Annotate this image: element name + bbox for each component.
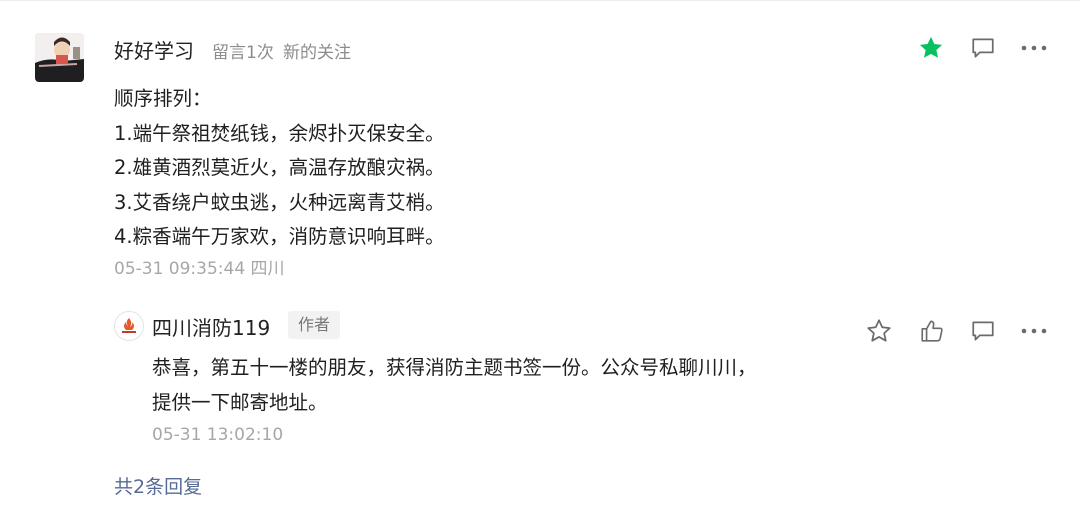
reply-line: 恭喜，第五十一楼的朋友，获得消防主题书签一份。公众号私聊川川，	[152, 356, 757, 379]
new-follow-label: 新的关注	[283, 43, 351, 63]
star-icon[interactable]	[916, 33, 946, 63]
more-icon[interactable]	[1019, 33, 1049, 63]
avatar[interactable]	[35, 33, 84, 82]
commenter-name[interactable]: 好好学习	[114, 35, 194, 64]
author-badge: 作者	[288, 311, 341, 339]
view-all-replies-link[interactable]: 共2条回复	[114, 472, 202, 499]
comment-icon[interactable]	[968, 33, 998, 63]
comment-line: 2.雄黄酒烈莫近火，高温存放酿灾祸。	[114, 156, 445, 179]
reply-comment-icon[interactable]	[968, 316, 998, 346]
reply-author-name[interactable]: 四川消防119	[152, 312, 270, 341]
reply-more-icon[interactable]	[1019, 316, 1049, 346]
reply-timestamp: 05-31 13:02:10	[152, 425, 284, 445]
reply-body: 恭喜，第五十一楼的朋友，获得消防主题书签一份。公众号私聊川川， 提供一下邮寄地址…	[152, 351, 757, 420]
comment-body: 顺序排列： 1.端午祭祖焚纸钱，余烬扑灭保安全。 2.雄黄酒烈莫近火，高温存放酿…	[114, 82, 445, 255]
comment-timestamp: 05-31 09:35:44 四川	[114, 259, 285, 279]
reply-line: 提供一下邮寄地址。	[152, 390, 328, 414]
like-icon[interactable]	[917, 316, 947, 346]
comment-line: 1.端午祭祖焚纸钱，余烬扑灭保安全。	[114, 121, 445, 145]
reply-avatar[interactable]	[114, 311, 144, 341]
comment-line: 顺序排列：	[114, 87, 212, 110]
comment-line: 4.粽香端午万家欢，消防意识响耳畔。	[114, 225, 445, 248]
comment-count-label: 留言1次	[212, 43, 274, 63]
top-divider	[0, 0, 1080, 1]
comment-line: 3.艾香绕户蚊虫逃，火种远离青艾梢。	[114, 190, 445, 214]
star-outline-icon[interactable]	[864, 316, 894, 346]
